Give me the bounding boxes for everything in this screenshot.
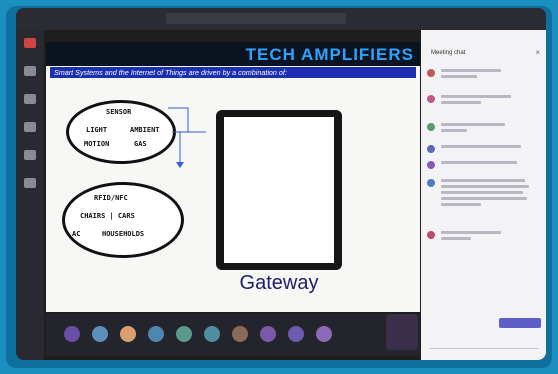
avatar[interactable]	[92, 326, 108, 342]
handwriting-households: HOUSEHOLDS	[102, 230, 145, 238]
avatar[interactable]	[176, 326, 192, 342]
chat-message	[427, 176, 539, 216]
calendar-icon[interactable]	[24, 122, 36, 132]
activity-icon[interactable]	[24, 38, 36, 48]
chat-message	[427, 158, 539, 176]
slide-header: TECH AMPLIFIERS	[46, 42, 420, 66]
chat-panel: Meeting chat ×	[421, 30, 546, 360]
handwriting-light: LIGHT	[86, 126, 108, 134]
chat-message	[427, 228, 539, 246]
shared-slide: TECH AMPLIFIERS Smart Systems and the In…	[46, 42, 420, 312]
teams-icon[interactable]	[24, 94, 36, 104]
handwriting-ac: AC	[72, 230, 81, 238]
avatar[interactable]	[260, 326, 276, 342]
avatar[interactable]	[232, 326, 248, 342]
calls-icon[interactable]	[24, 150, 36, 160]
gateway-device	[216, 110, 342, 270]
handwriting-motion: MOTION	[84, 140, 110, 148]
avatar[interactable]	[204, 326, 220, 342]
avatar[interactable]	[64, 326, 80, 342]
handwriting-chairs-cars: CHAIRS | CARS	[80, 212, 135, 220]
chat-message	[427, 66, 539, 84]
chat-icon[interactable]	[24, 66, 36, 76]
avatar[interactable]	[288, 326, 304, 342]
avatar[interactable]	[120, 326, 136, 342]
title-bar	[16, 8, 546, 30]
avatar[interactable]	[148, 326, 164, 342]
participant-strip	[46, 314, 420, 356]
gateway-label: Gateway	[239, 272, 319, 294]
chat-compose-input[interactable]	[429, 336, 539, 349]
slide-title: TECH AMPLIFIERS	[245, 45, 414, 64]
avatar[interactable]	[316, 326, 332, 342]
chat-message	[427, 120, 539, 138]
left-rail	[16, 30, 44, 360]
handwriting-ambient: AMBIENT	[130, 126, 160, 134]
new-message-button[interactable]	[499, 318, 541, 328]
search-input[interactable]	[166, 13, 346, 24]
slide-subtitle: Smart Systems and the Internet of Things…	[50, 67, 416, 78]
chat-message	[427, 92, 539, 110]
teams-window: TECH AMPLIFIERS Smart Systems and the In…	[16, 8, 546, 360]
handwriting-gas: GAS	[134, 140, 147, 148]
chat-title: Meeting chat	[431, 50, 466, 56]
self-video-tile[interactable]	[386, 314, 418, 350]
close-icon[interactable]: ×	[535, 48, 540, 57]
files-icon[interactable]	[24, 178, 36, 188]
gateway-screen	[224, 117, 334, 263]
handwriting-sensor: SENSOR	[106, 108, 132, 116]
connector-arrows	[168, 107, 206, 168]
handwriting-rfid: RFID/NFC	[94, 194, 128, 202]
